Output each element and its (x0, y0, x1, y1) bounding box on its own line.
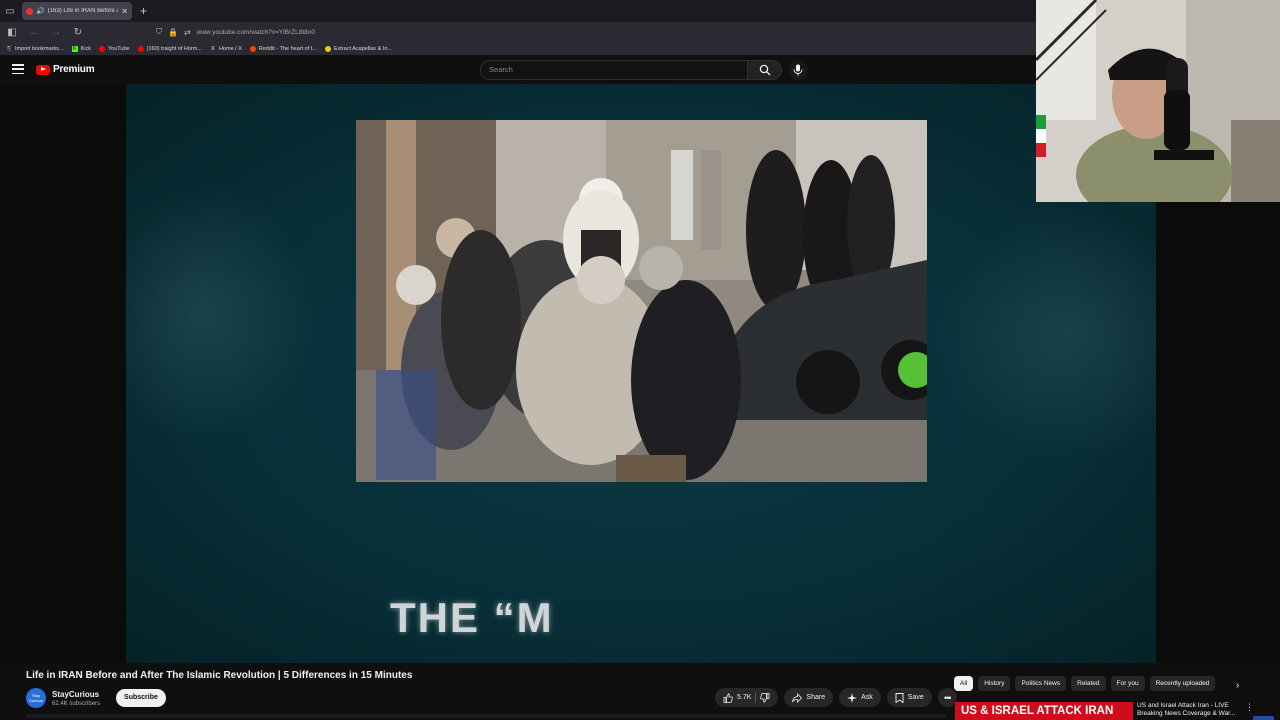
bookmark-item[interactable]: K Kick (71, 45, 91, 52)
chip-recently-uploaded[interactable]: Recently uploaded (1149, 676, 1216, 691)
thumbs-down-icon (760, 692, 770, 703)
channel-name[interactable]: StayCurious (52, 690, 100, 699)
like-button[interactable]: 5.7K (723, 692, 752, 703)
texture-overlay (126, 184, 316, 444)
screen: ▭ 🔊 (163) Life in IRAN Before a ✕ + ◧ ← … (0, 0, 1280, 720)
video-overlay-text: THE “M (390, 594, 554, 641)
street-scene-illustration (356, 120, 927, 482)
new-tab-icon[interactable]: + (140, 4, 147, 18)
reddit-icon (249, 45, 256, 52)
microphone-icon (793, 64, 803, 76)
forward-icon[interactable]: → (50, 27, 62, 38)
x-icon: X (211, 45, 215, 52)
bookmark-label: Kick (80, 45, 91, 52)
search-icon (759, 64, 770, 76)
chevron-right-icon[interactable]: › (1236, 680, 1239, 691)
youtube-play-icon (36, 64, 50, 75)
permissions-icon[interactable]: ⇄ (184, 28, 191, 37)
divider (755, 692, 757, 703)
chip-all[interactable]: All (954, 676, 974, 691)
sparkle-icon (847, 692, 858, 703)
kick-icon: K (71, 45, 78, 52)
logo-text: Premium (53, 64, 95, 75)
bookmark-icon (895, 692, 904, 703)
address-bar[interactable]: ⛉ 🔒 ⇄ www.youtube.com/watch?v=YlBrZL8t8n… (156, 27, 315, 37)
related-title-line: Breaking News Coverage & War... (1137, 710, 1236, 717)
bookmark-label: Extract Acapellas & In... (333, 45, 392, 52)
related-video-item[interactable]: US & ISRAEL ATTACK IRAN US and Israel At… (955, 700, 1280, 720)
channel-row: Stay Curious StayCurious 62.4K subscribe… (26, 688, 166, 708)
bookmark-item[interactable]: X Home / X (210, 46, 242, 52)
ask-button[interactable]: Ask (839, 688, 881, 707)
search-input[interactable]: Search (480, 60, 748, 80)
tab-list-icon[interactable]: ▭ (0, 0, 20, 22)
browser-tab-active[interactable]: 🔊 (163) Life in IRAN Before a ✕ (22, 2, 132, 20)
youtube-favicon-icon (26, 7, 33, 15)
subscriber-count: 62.4K subscribers (52, 700, 101, 707)
dislike-button[interactable] (760, 692, 770, 703)
search-button[interactable] (748, 60, 782, 80)
tab-title: (163) Life in IRAN Before a (47, 8, 119, 14)
bookmark-item[interactable]: ⎘ Import bookmarks... (6, 46, 64, 52)
related-title-line: US and Israel Attack Iran - LIVE (1137, 702, 1229, 709)
bookmark-label: Reddit - The heart of t... (258, 45, 317, 52)
url-text[interactable]: www.youtube.com/watch?v=YlBrZL8t8n0 (197, 29, 315, 36)
bookmark-label: YouTube (108, 45, 130, 52)
bookmark-item[interactable]: (160) traight of Horm... (137, 45, 202, 52)
menu-icon[interactable] (12, 64, 24, 74)
youtube-icon (99, 45, 105, 52)
subscribe-button[interactable]: Subscribe (116, 689, 166, 707)
reload-icon[interactable]: ↻ (72, 27, 84, 38)
youtube-logo[interactable]: Premium (36, 64, 95, 75)
video-photo (356, 120, 927, 482)
video-frame[interactable]: THE “M (126, 84, 1156, 663)
more-vertical-icon[interactable]: ⋮ (1245, 702, 1254, 713)
channel-info: StayCurious 62.4K subscribers (52, 690, 100, 707)
share-icon (792, 692, 803, 703)
channel-avatar[interactable]: Stay Curious (26, 688, 46, 708)
bookmark-label: (160) traight of Horm... (146, 45, 202, 52)
import-icon: ⎘ (6, 45, 11, 52)
texture-overlay (936, 204, 1156, 464)
smiley-icon (324, 45, 331, 52)
more-horizontal-icon: ••• (944, 692, 952, 703)
chip-related[interactable]: Related (1071, 676, 1106, 691)
sidebar-toggle-icon[interactable]: ◧ (6, 27, 18, 38)
bookmark-label: Home / X (218, 45, 242, 52)
comment-box-edge (26, 714, 946, 718)
youtube-icon (137, 45, 144, 52)
speaker-icon[interactable]: 🔊 (36, 7, 45, 15)
like-count: 5.7K (737, 694, 752, 701)
webcam-person-illustration (1036, 0, 1280, 202)
bookmark-item[interactable]: Reddit - The heart of t... (249, 45, 317, 52)
ask-label: Ask (861, 694, 873, 701)
lock-icon[interactable]: 🔒 (168, 28, 178, 37)
chip-history[interactable]: History (978, 676, 1011, 691)
close-tab-icon[interactable]: ✕ (121, 7, 128, 16)
save-label: Save (907, 694, 924, 701)
voice-search-button[interactable] (788, 60, 808, 80)
thumbs-up-icon (723, 692, 733, 703)
like-dislike-group: 5.7K (715, 688, 779, 707)
bookmark-item[interactable]: Extract Acapellas & In... (324, 45, 392, 52)
bookmark-label: Import bookmarks... (15, 45, 64, 52)
video-actions: 5.7K Share Ask Save ••• (715, 688, 957, 707)
chip-for-you[interactable]: For you (1110, 676, 1145, 691)
webcam-overlay (1036, 0, 1280, 202)
share-label: Share (806, 694, 826, 701)
video-title: Life in IRAN Before and After The Islami… (26, 670, 413, 681)
chip-politics-news[interactable]: Politics News (1015, 676, 1067, 691)
related-video-title[interactable]: US and Israel Attack Iran - LIVE Breakin… (1137, 702, 1235, 718)
shield-icon[interactable]: ⛉ (156, 27, 162, 37)
related-video-thumbnail[interactable]: US & ISRAEL ATTACK IRAN (955, 702, 1133, 720)
bookmark-item[interactable]: YouTube (99, 45, 130, 52)
save-button[interactable]: Save (886, 688, 932, 707)
back-icon[interactable]: ← (28, 27, 40, 38)
filter-chips: All History Politics News Related For yo… (954, 676, 1216, 691)
share-button[interactable]: Share (784, 688, 834, 707)
